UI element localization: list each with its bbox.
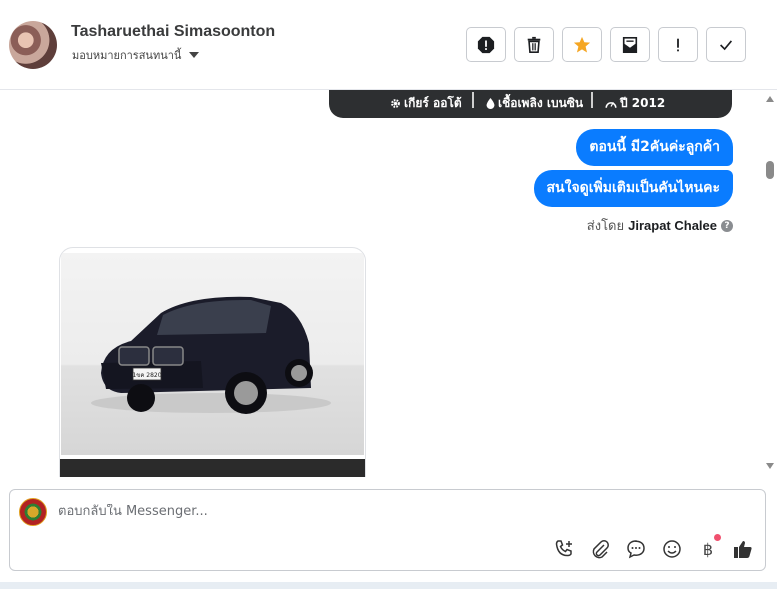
envelope-icon (622, 36, 638, 53)
spec-year: ปี 2012 (605, 94, 665, 113)
message-thread[interactable]: เกียร์ ออโต้ เชื้อเพลิง เบนซิน ปี 2012 ต… (0, 90, 763, 477)
trash-icon (527, 36, 541, 53)
license-plate-text: 1ขค 2820 (132, 372, 161, 379)
emoji-button[interactable] (661, 538, 683, 560)
car-image: 1ขค 2820 (91, 296, 331, 414)
assign-label: มอบหมายการสนทนานี้ (72, 49, 182, 62)
car-photo-card[interactable]: 1ขค 2820 (59, 247, 366, 477)
assign-conversation-dropdown[interactable]: มอบหมายการสนทนานี้ (72, 46, 200, 64)
saved-reply-icon (627, 540, 645, 559)
help-icon[interactable]: ? (721, 219, 733, 232)
reply-input[interactable] (58, 504, 658, 519)
photo-caption-bar (60, 459, 365, 477)
bottom-strip (0, 582, 777, 589)
message-bubble[interactable]: ตอนนี้ มี2คันค่ะลูกค้า (576, 129, 733, 166)
saved-reply-button[interactable] (625, 538, 647, 560)
spec-gear: เกียร์ ออโต้ (390, 94, 462, 113)
sent-by-label: ส่งโดย Jirapat Chalee ? (587, 215, 733, 236)
divider (472, 92, 474, 108)
reply-composer: ฿ (9, 489, 766, 571)
delete-button[interactable] (514, 27, 554, 62)
car-listing-card[interactable]: เกียร์ ออโต้ เชื้อเพลิง เบนซิน ปี 2012 (329, 90, 732, 118)
like-button[interactable] (732, 538, 754, 560)
mark-unread-button[interactable] (610, 27, 650, 62)
done-button[interactable] (706, 27, 746, 62)
scrollbar-thumb[interactable] (766, 161, 774, 179)
divider (591, 92, 593, 108)
thumbs-up-icon (734, 541, 752, 558)
emoji-icon (663, 540, 681, 558)
page-avatar (19, 498, 47, 526)
payment-button[interactable]: ฿ (697, 538, 719, 560)
gear-icon (391, 99, 400, 108)
sent-by-prefix: ส่งโดย (586, 219, 625, 234)
check-icon (720, 39, 733, 50)
spec-fuel-text: เชื้อเพลิง เบนซิน (498, 96, 584, 110)
alert-octagon-icon (477, 36, 495, 53)
scroll-up-arrow-icon[interactable] (766, 96, 774, 102)
follow-up-button[interactable] (658, 27, 698, 62)
attach-button[interactable] (589, 538, 611, 560)
paperclip-icon (592, 540, 609, 559)
spec-year-text: ปี 2012 (620, 96, 666, 110)
notification-dot (714, 534, 721, 541)
fuel-drop-icon (486, 98, 495, 109)
spec-fuel: เชื้อเพลิง เบนซิน (486, 94, 583, 113)
conversation-header: Tasharuethai Simasoonton มอบหมายการสนทนา… (0, 0, 777, 90)
caret-down-icon (189, 52, 200, 58)
baht-icon: ฿ (702, 539, 714, 559)
contact-name[interactable]: Tasharuethai Simasoonton (71, 23, 275, 41)
contact-avatar[interactable] (9, 21, 57, 69)
star-icon (573, 36, 591, 53)
call-add-icon (555, 540, 572, 557)
spam-button[interactable] (466, 27, 506, 62)
star-button[interactable] (562, 27, 602, 62)
call-button[interactable] (553, 538, 575, 560)
scroll-down-arrow-icon[interactable] (766, 463, 774, 469)
car-photo[interactable]: 1ขค 2820 (61, 253, 364, 455)
gauge-icon (605, 102, 617, 108)
spec-gear-text: เกียร์ ออโต้ (404, 96, 462, 110)
sent-by-name[interactable]: Jirapat Chalee (628, 218, 717, 233)
thread-scrollbar[interactable] (763, 90, 777, 477)
message-bubble[interactable]: สนใจดูเพิ่มเติมเป็นคันไหนคะ (533, 170, 733, 207)
exclamation-icon (677, 38, 679, 51)
